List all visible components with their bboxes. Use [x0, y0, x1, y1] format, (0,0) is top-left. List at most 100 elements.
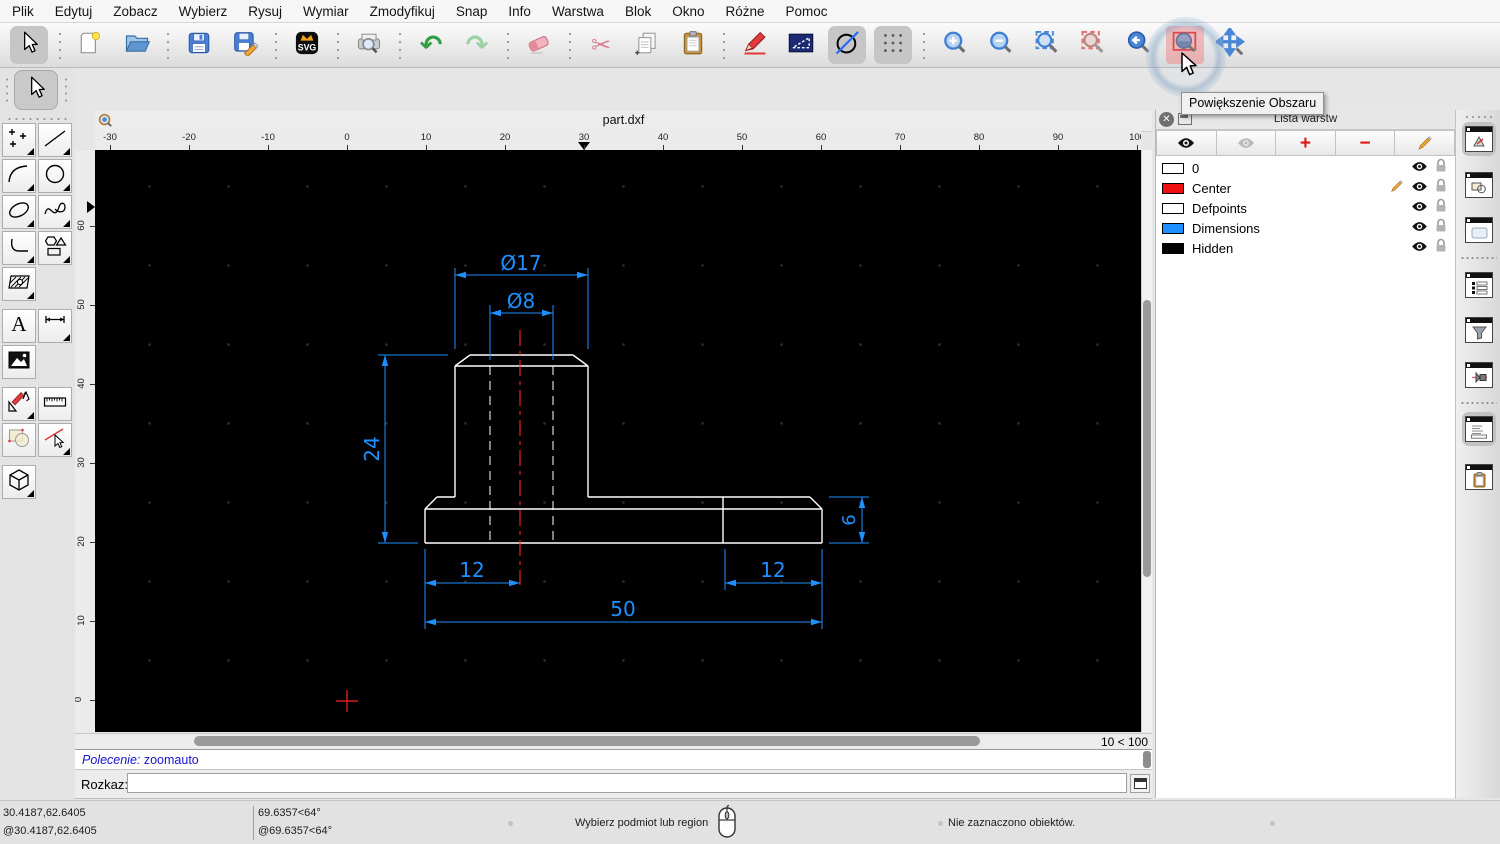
points-tool-button[interactable] — [2, 123, 36, 157]
menu-item-snap[interactable]: Snap — [456, 4, 488, 19]
save-button[interactable] — [180, 26, 218, 64]
menu-item-blok[interactable]: Blok — [625, 4, 651, 19]
layer-lock-icon[interactable] — [1435, 238, 1447, 258]
image-tool-button[interactable] — [2, 345, 36, 379]
library-browser-dock-button[interactable] — [1462, 213, 1496, 247]
dimension-style-button[interactable] — [782, 26, 820, 64]
menu-item-zmodyfikuj[interactable]: Zmodyfikuj — [370, 4, 435, 19]
svg-badge-text: SVG — [298, 42, 317, 52]
new-file-button[interactable] — [72, 26, 110, 64]
menu-item-r-ne[interactable]: Różne — [726, 4, 765, 19]
add-layer-button[interactable]: + — [1276, 130, 1336, 156]
cut-button[interactable]: ✂ — [582, 26, 620, 64]
command-popout-button[interactable] — [1130, 774, 1150, 793]
layer-row-hidden[interactable]: Hidden — [1156, 238, 1455, 258]
menu-item-warstwa[interactable]: Warstwa — [552, 4, 604, 19]
svg-export-button[interactable]: SVG — [288, 26, 326, 64]
zoom-pan-button[interactable] — [1212, 25, 1250, 64]
command-input[interactable] — [127, 773, 1127, 793]
layer-row-defpoints[interactable]: Defpoints — [1156, 198, 1455, 218]
menu-item-wymiar[interactable]: Wymiar — [303, 4, 349, 19]
modify-tool-button[interactable] — [2, 387, 36, 421]
hscroll-thumb[interactable] — [194, 736, 980, 746]
menu-item-zobacz[interactable]: Zobacz — [113, 4, 157, 19]
layer-row-center[interactable]: Center — [1156, 178, 1455, 198]
solid-3d-tool-button[interactable] — [2, 465, 36, 499]
zoom-auto-button[interactable] — [1028, 26, 1066, 64]
menu-item-pomoc[interactable]: Pomoc — [786, 4, 828, 19]
spline-tool-button[interactable] — [38, 195, 72, 229]
zoom-out-button[interactable] — [982, 26, 1020, 64]
shapes-tool-button[interactable] — [38, 231, 72, 265]
ellipse-tool-button[interactable] — [2, 195, 36, 229]
layer-color-swatch[interactable] — [1162, 162, 1184, 174]
layer-color-swatch[interactable] — [1162, 182, 1184, 194]
layer-visibility-eye-icon[interactable] — [1411, 159, 1428, 177]
block-list-dock-button[interactable] — [1462, 168, 1496, 202]
layer-lock-icon[interactable] — [1435, 198, 1447, 218]
dimension-tool-button[interactable] — [38, 309, 72, 343]
clipboard-dock-button[interactable] — [1462, 460, 1496, 494]
menu-item-info[interactable]: Info — [508, 4, 531, 19]
vscroll-thumb[interactable] — [1143, 300, 1151, 577]
menu-item-plik[interactable]: Plik — [12, 4, 34, 19]
zoom-redraw-button[interactable] — [1074, 26, 1112, 64]
toolbar-separator — [919, 28, 929, 62]
circle-tool-button[interactable] — [38, 159, 72, 193]
layer-lock-icon[interactable] — [1435, 178, 1447, 198]
layer-visibility-eye-icon[interactable] — [1411, 239, 1428, 257]
select-tool-button-secondary[interactable] — [14, 70, 58, 110]
measure-tool-button[interactable] — [38, 387, 72, 421]
text-tool-button[interactable]: A — [2, 309, 36, 343]
layer-list-dock-button[interactable] — [1462, 122, 1496, 156]
print-preview-button[interactable] — [350, 26, 388, 64]
layer-row-0[interactable]: 0 — [1156, 158, 1455, 178]
ruler-icon — [42, 389, 68, 420]
pen-palette-dock-button[interactable] — [1462, 358, 1496, 392]
layer-visibility-eye-icon[interactable] — [1411, 199, 1428, 217]
show-all-layers-button[interactable] — [1156, 130, 1217, 156]
layer-visibility-eye-icon[interactable] — [1411, 219, 1428, 237]
select-entity-tool-button[interactable] — [38, 423, 72, 457]
zoom-previous-button[interactable] — [1120, 26, 1158, 64]
command-history-scrollbar[interactable] — [1143, 751, 1151, 768]
layer-visibility-eye-icon[interactable] — [1411, 179, 1428, 197]
layer-lock-icon[interactable] — [1435, 218, 1447, 238]
select-tool-button[interactable] — [10, 26, 48, 64]
canvas-horizontal-scrollbar[interactable]: 10 < 100 — [75, 733, 1152, 749]
drawing-canvas[interactable]: Ø17 Ø8 24 6 12 12 50 — [95, 150, 1141, 732]
zoom-window-button[interactable] — [1166, 26, 1204, 64]
canvas-vertical-scrollbar[interactable] — [1141, 150, 1152, 732]
hatch-tool-button[interactable] — [2, 267, 36, 301]
layer-color-swatch[interactable] — [1162, 202, 1184, 214]
layer-color-swatch[interactable] — [1162, 222, 1184, 234]
edit-layer-button[interactable] — [1395, 130, 1455, 156]
remove-layer-button[interactable]: − — [1335, 130, 1396, 156]
line-tool-button[interactable] — [38, 123, 72, 157]
layer-color-swatch[interactable] — [1162, 242, 1184, 254]
redo-button[interactable]: ↷ — [458, 26, 496, 64]
copy-button[interactable] — [628, 26, 666, 64]
open-file-button[interactable] — [118, 26, 156, 64]
explode-tool-button[interactable] — [2, 423, 36, 457]
filter-dock-button[interactable] — [1462, 313, 1496, 347]
layer-row-dimensions[interactable]: Dimensions — [1156, 218, 1455, 238]
construction-mode-button[interactable] — [828, 26, 866, 64]
arc-tool-button[interactable] — [2, 159, 36, 193]
menu-item-okno[interactable]: Okno — [672, 4, 704, 19]
undo-button[interactable]: ↶ — [412, 26, 450, 64]
menu-item-wybierz[interactable]: Wybierz — [179, 4, 228, 19]
zoom-in-button[interactable] — [936, 26, 974, 64]
polyline-tool-button[interactable] — [2, 231, 36, 265]
command-widget-dock-button[interactable] — [1462, 412, 1496, 446]
delete-button[interactable] — [520, 26, 558, 64]
paste-button[interactable] — [674, 26, 712, 64]
layer-lock-icon[interactable] — [1435, 158, 1447, 178]
hide-all-layers-button[interactable] — [1216, 130, 1277, 156]
menu-item-edytuj[interactable]: Edytuj — [55, 4, 93, 19]
grid-toggle-button[interactable] — [874, 26, 912, 64]
save-as-button[interactable] — [226, 26, 264, 64]
pen-attributes-button[interactable] — [736, 26, 774, 64]
entity-list-dock-button[interactable] — [1462, 268, 1496, 302]
menu-item-rysuj[interactable]: Rysuj — [248, 4, 282, 19]
